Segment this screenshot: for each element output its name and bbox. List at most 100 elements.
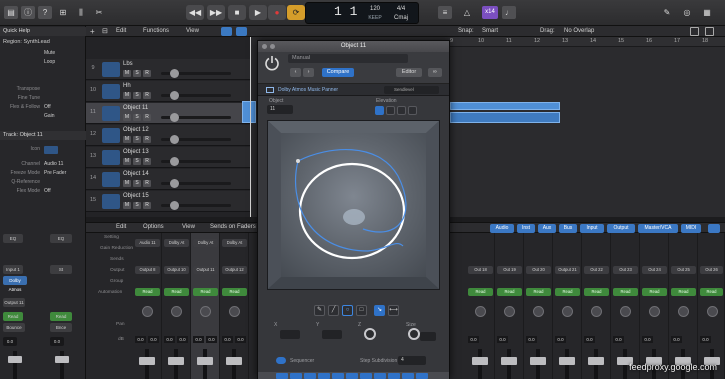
compare-button[interactable]: Compare xyxy=(322,68,354,77)
track-volume-knob[interactable] xyxy=(170,69,179,78)
pan-knob[interactable] xyxy=(533,306,544,317)
track-header[interactable]: 10 Hh M S R xyxy=(86,81,250,102)
strip-fader-cap[interactable] xyxy=(501,357,517,365)
metronome-icon[interactable]: △ xyxy=(460,6,474,19)
strip-output[interactable]: Output 11 xyxy=(193,266,218,274)
channel-strip[interactable]: Out 24 Read 0.0 xyxy=(640,233,669,379)
inspector-icon[interactable]: ⓘ xyxy=(21,6,35,19)
strip-io[interactable]: Dolby At xyxy=(164,239,189,247)
close-window-button[interactable] xyxy=(262,44,267,49)
solo-button[interactable]: S xyxy=(133,202,141,209)
inspector-read-button[interactable]: Read xyxy=(3,312,23,321)
link-icon[interactable]: ∞ xyxy=(428,68,442,77)
strip-automation[interactable]: Read xyxy=(193,288,218,296)
size-value-field[interactable] xyxy=(420,332,436,341)
mixer-menu-options[interactable]: Options xyxy=(143,224,164,230)
path-tool-icon[interactable]: ↘ xyxy=(374,305,385,316)
sequencer-step[interactable] xyxy=(290,373,302,379)
power-icon[interactable] xyxy=(264,55,280,71)
stop-button[interactable]: ■ xyxy=(228,5,246,20)
filter-bus-button[interactable]: Bus xyxy=(559,224,577,233)
track-header[interactable]: 15 Object 15 M S R xyxy=(86,191,250,212)
minimize-window-button[interactable] xyxy=(270,44,275,49)
elevation-mode-b[interactable] xyxy=(386,106,395,115)
strip-fader-cap[interactable] xyxy=(559,357,575,365)
forward-button[interactable]: ▶▶ xyxy=(207,5,225,20)
line-tool-icon[interactable]: ╱ xyxy=(328,305,339,316)
playhead[interactable] xyxy=(250,37,251,217)
strip-output[interactable]: Out 25 xyxy=(671,266,696,274)
tracks-menu-view[interactable]: View xyxy=(186,28,199,34)
help-icon[interactable]: ? xyxy=(38,6,52,19)
tracks-menu-edit[interactable]: Edit xyxy=(116,28,126,34)
inspector-track-row[interactable]: Channel Audio 11 xyxy=(0,161,86,170)
square-tool-icon[interactable]: □ xyxy=(356,305,367,316)
flex-icon[interactable] xyxy=(236,27,247,36)
strip-automation[interactable]: Read xyxy=(135,288,160,296)
sequencer-step[interactable] xyxy=(276,373,288,379)
inspector-fader-cap[interactable] xyxy=(8,356,22,363)
track-volume-knob[interactable] xyxy=(170,201,179,210)
sequencer-step[interactable] xyxy=(374,373,386,379)
book-icon[interactable] xyxy=(266,87,274,93)
editor-button[interactable]: Editor xyxy=(396,68,422,77)
mute-button[interactable]: M xyxy=(123,136,131,143)
library-icon[interactable]: ▤ xyxy=(4,6,18,19)
strip-io[interactable]: Dolby At xyxy=(193,239,218,247)
strip-output[interactable]: Output 21 xyxy=(555,266,580,274)
tuner-icon[interactable]: ♩ xyxy=(502,6,516,19)
pan-knob[interactable] xyxy=(200,306,211,317)
channel-strip[interactable]: Out 18 Read 0.0 xyxy=(466,233,495,379)
elevation-mode-a[interactable] xyxy=(375,106,384,115)
object-select[interactable]: 11 xyxy=(267,105,293,114)
track-name[interactable]: Object 11 xyxy=(123,105,148,111)
audio-region[interactable] xyxy=(242,101,256,123)
strip-output[interactable]: Out 26 xyxy=(700,266,723,274)
loop-browser-icon[interactable]: ◎ xyxy=(680,6,694,19)
sequencer-step[interactable] xyxy=(388,373,400,379)
inspector-eq-button[interactable]: EQ xyxy=(3,234,23,243)
pan-knob[interactable] xyxy=(591,306,602,317)
elevation-mode-c[interactable] xyxy=(397,106,406,115)
strip-automation[interactable]: Read xyxy=(555,288,580,296)
inspector-fader-cap-2[interactable] xyxy=(55,356,69,363)
inspector-stereo-button[interactable]: St xyxy=(50,265,72,274)
mixer-sliders-icon[interactable]: ⫼ xyxy=(74,6,88,19)
filter-inst-button[interactable]: Inst xyxy=(517,224,535,233)
inspector-param-row[interactable]: Fine Tune xyxy=(0,95,86,104)
strip-fader-cap[interactable] xyxy=(197,357,213,365)
channel-strip[interactable]: Dolby At Output 12 Read 0.0 0.0 xyxy=(220,233,249,379)
sequencer-step[interactable] xyxy=(416,373,428,379)
track-header[interactable]: Track: Object 11 xyxy=(0,131,86,140)
inspector-dolby-button[interactable]: Dolby Atmos xyxy=(3,276,27,292)
user-badge[interactable]: x14 xyxy=(482,6,498,19)
timeline-ruler[interactable]: 9 10 11 12 13 14 15 16 17 18 xyxy=(450,37,725,47)
sequencer-step[interactable] xyxy=(346,373,358,379)
strip-output[interactable]: Out 24 xyxy=(642,266,667,274)
record-enable-button[interactable]: R xyxy=(143,114,151,121)
track-name[interactable]: Object 15 xyxy=(123,193,149,199)
strip-output[interactable]: Out 23 xyxy=(613,266,638,274)
inspector-track-row[interactable]: Q-Reference xyxy=(0,179,86,188)
audio-region[interactable] xyxy=(450,112,560,123)
strip-fader-cap[interactable] xyxy=(472,357,488,365)
pan-knob[interactable] xyxy=(620,306,631,317)
inspector-track-row[interactable]: Freeze Mode Pre Fader xyxy=(0,170,86,179)
list-editor-icon[interactable]: ≡ xyxy=(438,6,452,19)
track-volume-knob[interactable] xyxy=(170,113,179,122)
circle-tool-icon[interactable]: ○ xyxy=(342,305,353,316)
solo-button[interactable]: S xyxy=(133,114,141,121)
sequencer-step[interactable] xyxy=(332,373,344,379)
toolbar-icon[interactable]: ⊞ xyxy=(56,6,70,19)
rewind-button[interactable]: ◀◀ xyxy=(186,5,204,20)
strip-output[interactable]: Output 12 xyxy=(222,266,247,274)
snap-value[interactable]: Smart xyxy=(482,28,498,34)
channel-strip[interactable]: Out 23 Read 0.0 xyxy=(611,233,640,379)
scissors-icon[interactable]: ✂ xyxy=(92,6,106,19)
strip-output[interactable]: Output 10 xyxy=(164,266,189,274)
strip-automation[interactable]: Read xyxy=(700,288,723,296)
record-enable-button[interactable]: R xyxy=(143,92,151,99)
inspector-param-row[interactable]: Flex & Follow Off xyxy=(0,104,86,113)
mute-button[interactable]: M xyxy=(123,92,131,99)
filter-output-button[interactable]: Output xyxy=(607,224,635,233)
